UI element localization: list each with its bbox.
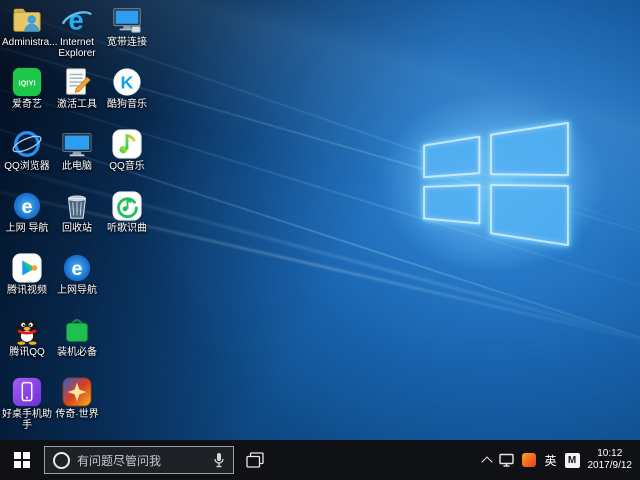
microphone-button[interactable] <box>213 452 225 468</box>
game-icon <box>61 376 93 408</box>
tencent-video-icon <box>11 252 43 284</box>
this-pc-icon <box>61 128 93 160</box>
web-nav-icon: e <box>61 252 93 284</box>
desktop-icon-tingge-shiqu[interactable]: 听歌识曲 <box>102 190 152 252</box>
desktop-icon-qq-browser[interactable]: QQ浏览器 <box>2 128 52 190</box>
task-view-button[interactable] <box>234 440 276 480</box>
icon-label: 酷狗音乐 <box>107 99 147 110</box>
icon-label: 好桌手机助手 <box>2 409 52 431</box>
desktop-icon-kugou[interactable]: K 酷狗音乐 <box>102 66 152 128</box>
windows-logo <box>418 116 576 249</box>
icon-label: 回收站 <box>62 223 92 234</box>
taskbar: 有问题尽管问我 英 M 10:12 2017/9/12 <box>0 440 640 480</box>
desktop-icon-this-pc[interactable]: 此电脑 <box>52 128 102 190</box>
network-icon[interactable] <box>499 453 514 467</box>
desktop[interactable]: Administra... iQIYI 爱奇艺 QQ浏览器 <box>0 0 640 440</box>
icon-label: 上网导航 <box>57 285 97 296</box>
svg-text:K: K <box>121 73 134 93</box>
svg-text:iQIYI: iQIYI <box>18 78 35 87</box>
icon-label: Administra... <box>2 37 52 48</box>
desktop-icon-recycle-bin[interactable]: 回收站 <box>52 190 102 252</box>
icon-label: Internet Explorer <box>52 37 102 59</box>
shopping-bag-icon <box>61 314 93 346</box>
desktop-icon-zhuangji-bibei[interactable]: 装机必备 <box>52 314 102 376</box>
song-recognition-icon <box>111 190 143 222</box>
recycle-bin-icon <box>61 190 93 222</box>
ime-icon[interactable] <box>522 453 536 467</box>
icon-label: QQ浏览器 <box>4 161 50 172</box>
desktop-icon-tencent-video[interactable]: 腾讯视频 <box>2 252 52 314</box>
desktop-icon-activation-tool[interactable]: 激活工具 <box>52 66 102 128</box>
desktop-icon-haozhuo-assistant[interactable]: 好桌手机助手 <box>2 376 52 438</box>
search-placeholder: 有问题尽管问我 <box>77 452 206 469</box>
desktop-icon-qq-music[interactable]: QQ音乐 <box>102 128 152 190</box>
language-indicator[interactable]: 英 <box>544 452 556 469</box>
clock-date: 2017/9/12 <box>588 460 633 472</box>
system-tray: 英 M 10:12 2017/9/12 <box>483 440 640 480</box>
desktop-icon-ie[interactable]: e Internet Explorer <box>52 4 102 66</box>
desktop-icon-web-nav-2[interactable]: e 上网导航 <box>52 252 102 314</box>
icon-label: 此电脑 <box>62 161 92 172</box>
desktop-icon-qq[interactable]: 腾讯QQ <box>2 314 52 376</box>
desktop-icon-chuanqi-world[interactable]: 传奇·世界 <box>52 376 102 438</box>
desktop-icon-iqiyi[interactable]: iQIYI 爱奇艺 <box>2 66 52 128</box>
icon-label: 装机必备 <box>57 347 97 358</box>
web-nav-icon: e <box>11 190 43 222</box>
desktop-icon-administrator[interactable]: Administra... <box>2 4 52 66</box>
tray-overflow-chevron-icon[interactable] <box>482 456 493 467</box>
clock[interactable]: 10:12 2017/9/12 <box>588 448 633 472</box>
qq-penguin-icon <box>11 314 43 346</box>
kugou-icon: K <box>111 66 143 98</box>
cortana-icon <box>53 452 70 469</box>
internet-explorer-icon: e <box>61 4 93 36</box>
icon-label: QQ音乐 <box>109 161 145 172</box>
task-view-icon <box>246 452 264 468</box>
microphone-icon <box>213 452 225 468</box>
taskbar-search[interactable]: 有问题尽管问我 <box>44 446 234 474</box>
svg-text:e: e <box>72 258 83 280</box>
windows-logo-icon <box>14 452 30 468</box>
icon-label: 听歌识曲 <box>107 223 147 234</box>
iqiyi-icon: iQIYI <box>11 66 43 98</box>
svg-text:e: e <box>22 196 33 218</box>
qq-browser-icon <box>11 128 43 160</box>
icon-label: 腾讯视频 <box>7 285 47 296</box>
qq-music-icon <box>111 128 143 160</box>
start-button[interactable] <box>0 440 44 480</box>
ime-mode-badge[interactable]: M <box>565 453 580 468</box>
icon-label: 宽带连接 <box>107 37 147 48</box>
svg-text:e: e <box>68 4 83 35</box>
desktop-icon-web-nav[interactable]: e 上网 导航 <box>2 190 52 252</box>
desktop-icon-broadband[interactable]: 宽带连接 <box>102 4 152 66</box>
phone-assistant-icon <box>11 376 43 408</box>
icon-label: 传奇·世界 <box>55 409 98 420</box>
activation-tool-icon <box>61 66 93 98</box>
icon-label: 爱奇艺 <box>12 99 42 110</box>
clock-time: 10:12 <box>588 448 633 460</box>
broadband-connection-icon <box>111 4 143 36</box>
icon-label: 激活工具 <box>57 99 97 110</box>
icon-label: 上网 导航 <box>6 223 49 234</box>
desktop-icon-grid: Administra... iQIYI 爱奇艺 QQ浏览器 <box>2 4 152 438</box>
user-folder-icon <box>11 4 43 36</box>
icon-label: 腾讯QQ <box>9 347 45 358</box>
